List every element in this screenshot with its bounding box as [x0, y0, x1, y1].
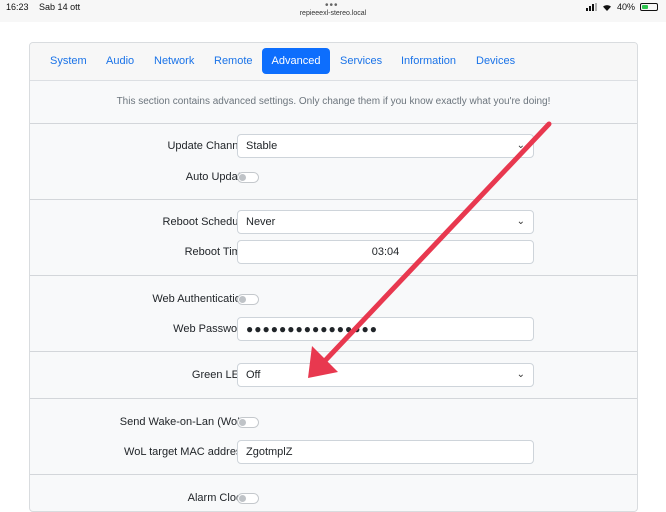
divider	[30, 351, 637, 352]
green-led-value: Off	[246, 369, 261, 381]
chevron-down-icon: ⌄	[516, 140, 525, 151]
divider	[30, 474, 637, 475]
green-led-select[interactable]: Off ⌄	[237, 363, 534, 387]
status-right: 40%	[585, 2, 658, 12]
reboot-time-input[interactable]: 03:04	[237, 240, 534, 264]
reboot-schedule-value: Never	[246, 216, 276, 228]
alarm-clock-toggle[interactable]	[237, 493, 259, 504]
url-label[interactable]: repieeexl-stereo.local	[0, 10, 666, 17]
wifi-icon	[602, 5, 611, 11]
web-password-label: Web Password:	[173, 323, 250, 335]
divider	[30, 398, 637, 399]
divider	[30, 275, 637, 276]
tab-network[interactable]: Network	[146, 48, 202, 74]
tab-devices[interactable]: Devices	[468, 48, 523, 74]
reboot-schedule-label: Reboot Schedule:	[162, 216, 250, 228]
tab-remote[interactable]: Remote	[206, 48, 261, 74]
status-bar: 16:23 Sab 14 ott ••• repieeexl-stereo.lo…	[0, 0, 666, 22]
auto-update-label: Auto Update:	[185, 171, 250, 183]
settings-card: System Audio Network Remote Advanced Ser…	[29, 42, 638, 512]
tab-system[interactable]: System	[42, 48, 95, 74]
update-channel-label: Update Channel:	[167, 140, 250, 152]
update-channel-value: Stable	[246, 140, 278, 152]
cellular-signal-icon	[585, 3, 597, 11]
chevron-down-icon: ⌄	[516, 369, 525, 380]
reboot-time-label: Reboot Time:	[184, 246, 250, 258]
update-channel-select[interactable]: Stable ⌄	[237, 134, 534, 158]
tab-advanced[interactable]: Advanced	[262, 48, 330, 74]
reboot-schedule-select[interactable]: Never ⌄	[237, 210, 534, 234]
green-led-label: Green LED:	[191, 369, 250, 381]
divider	[30, 123, 637, 124]
wol-mac-input[interactable]: ZgotmplZ	[237, 440, 534, 464]
battery-icon	[640, 3, 658, 11]
wol-mac-label: WoL target MAC address:	[124, 446, 250, 458]
auto-update-toggle[interactable]	[237, 172, 259, 183]
tab-services[interactable]: Services	[332, 48, 390, 74]
wol-label: Send Wake-on-Lan (WoL):	[119, 416, 250, 428]
tab-audio[interactable]: Audio	[98, 48, 142, 74]
advanced-intro-text: This section contains advanced settings.…	[116, 96, 551, 107]
web-password-input[interactable]: ●●●●●●●●●●●●●●●●	[237, 317, 534, 341]
web-auth-toggle[interactable]	[237, 294, 259, 305]
alarm-clock-label: Alarm Clock:	[187, 492, 250, 504]
web-auth-label: Web Authentication:	[152, 293, 250, 305]
chevron-down-icon: ⌄	[516, 216, 525, 227]
divider	[30, 199, 637, 200]
tab-bar: System Audio Network Remote Advanced Ser…	[30, 43, 637, 81]
tab-information[interactable]: Information	[393, 48, 464, 74]
wol-toggle[interactable]	[237, 417, 259, 428]
battery-percent: 40%	[616, 2, 635, 12]
